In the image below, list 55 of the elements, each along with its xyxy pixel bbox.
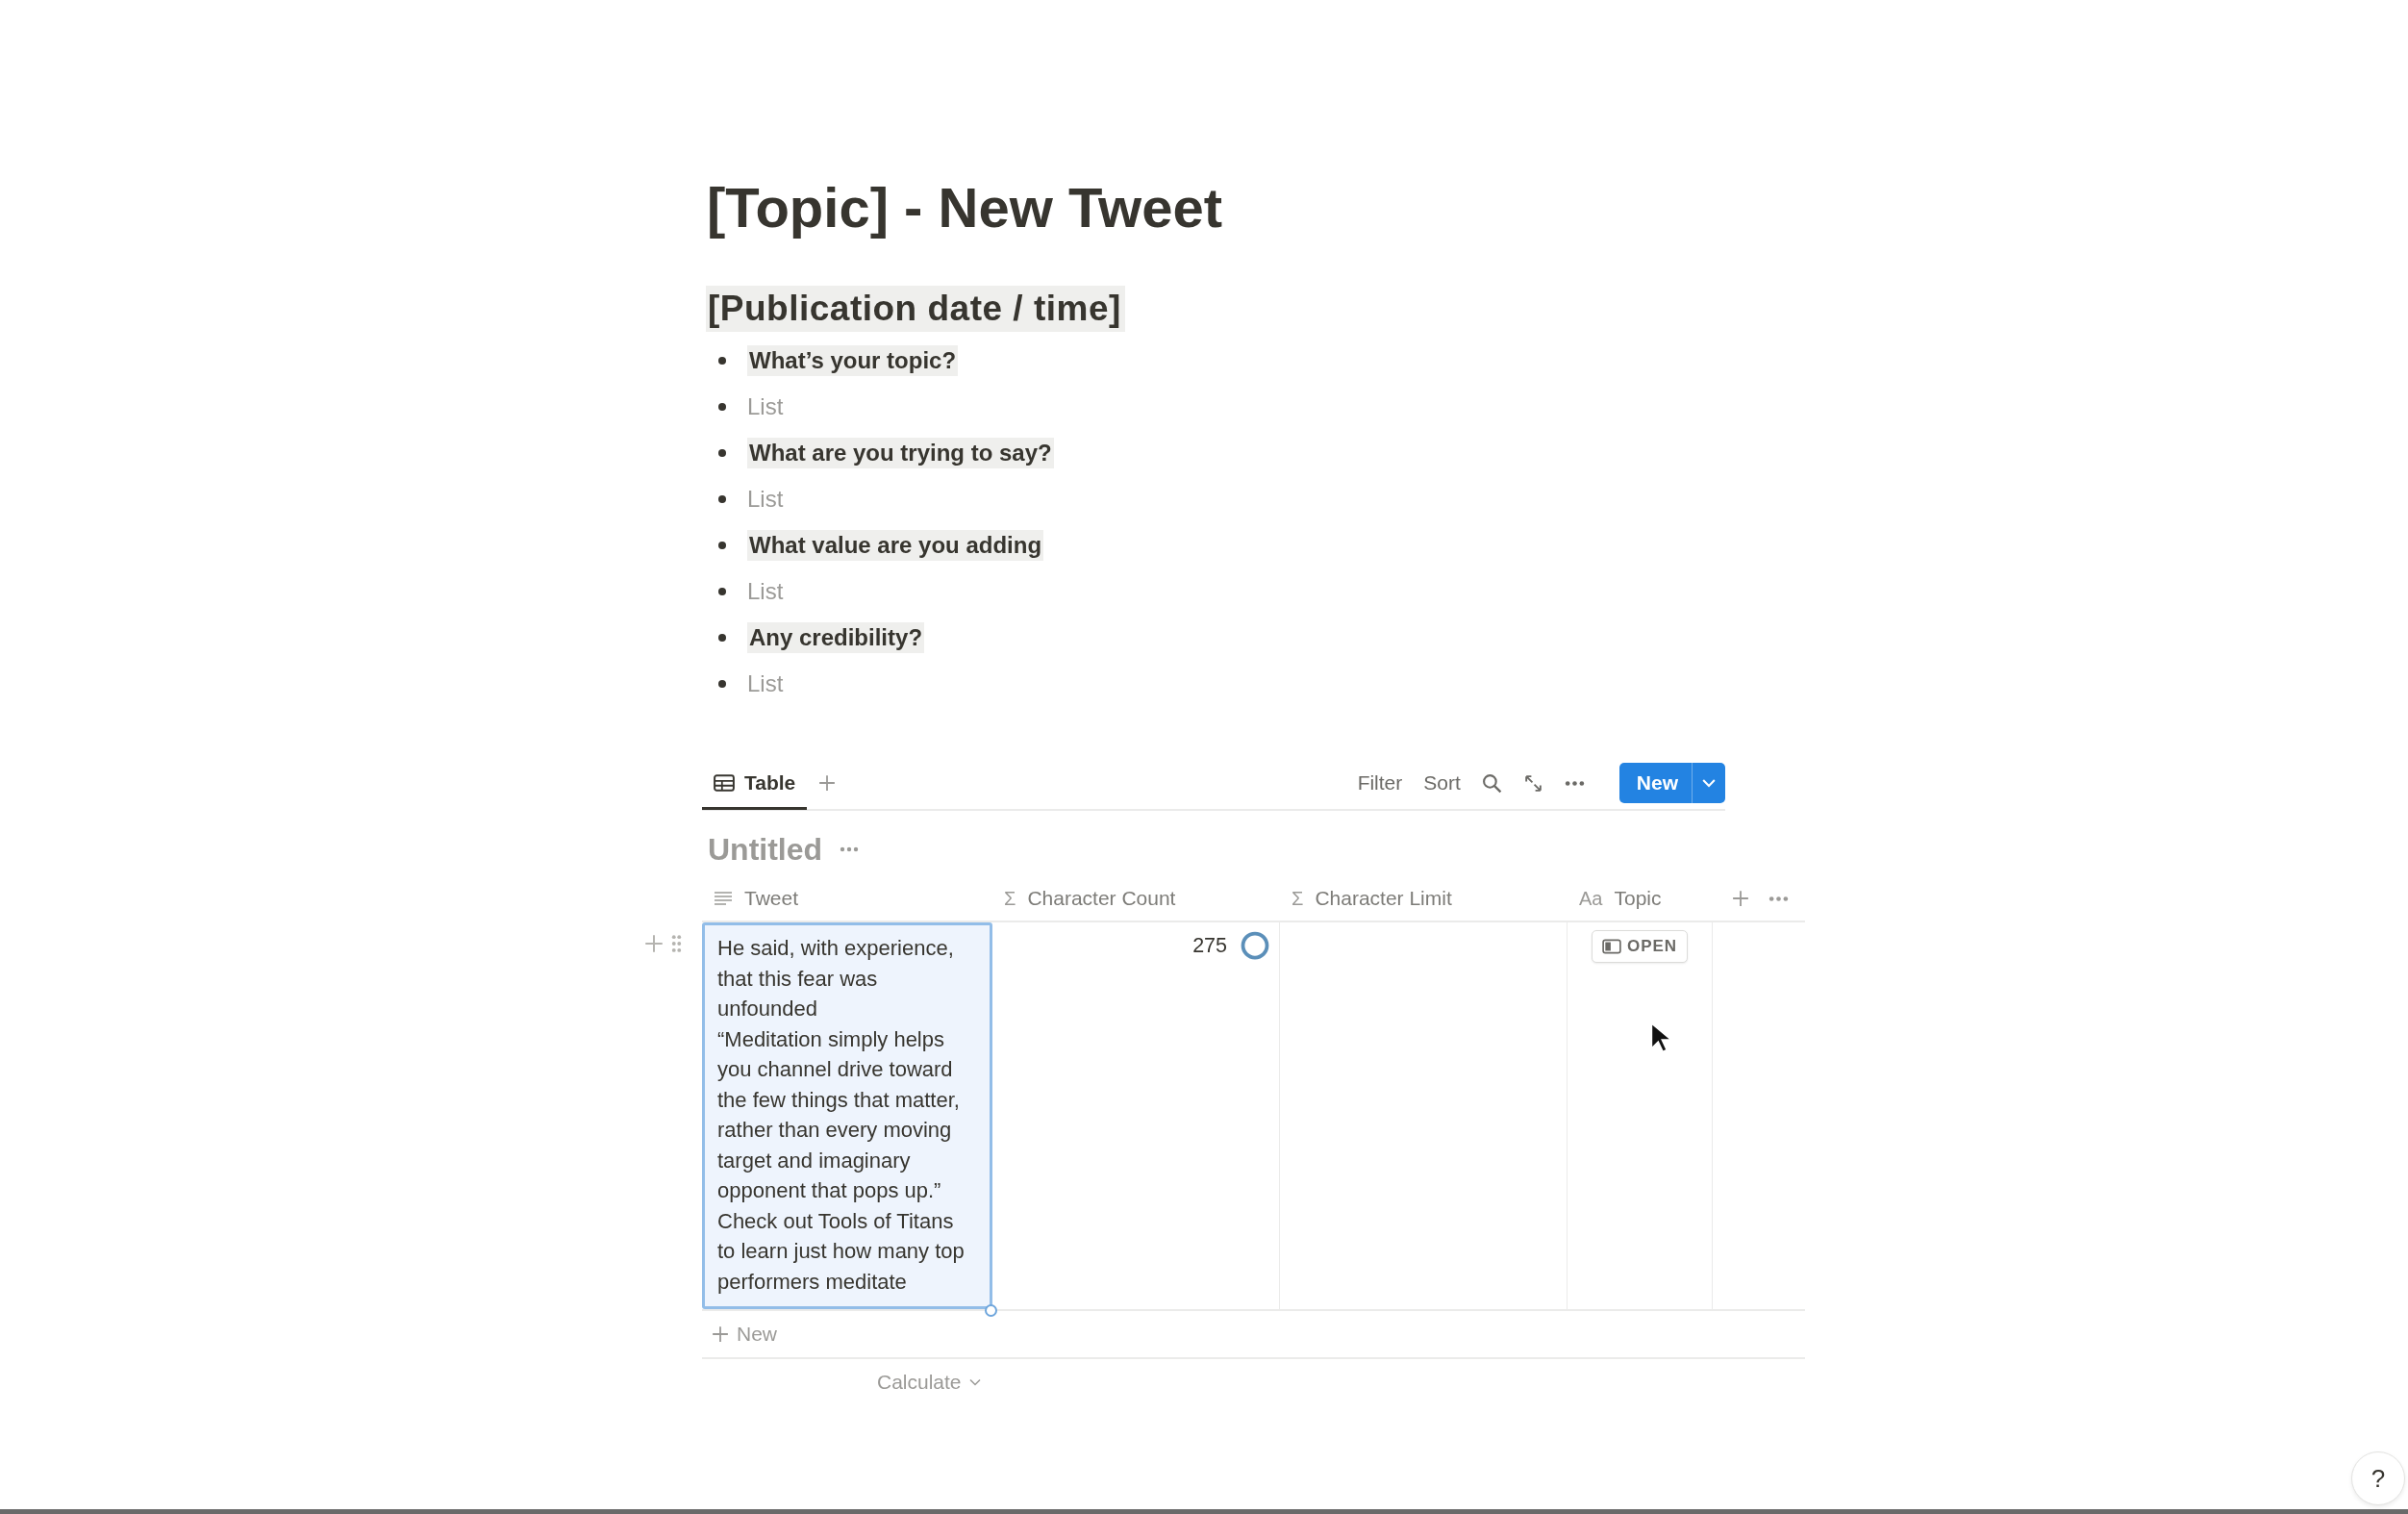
- progress-ring-icon: [1241, 931, 1269, 960]
- view-tab[interactable]: Table: [702, 758, 808, 810]
- list-placeholder[interactable]: List: [747, 486, 784, 513]
- calculate-button[interactable]: Calculate: [871, 1370, 987, 1395]
- column-label: Tweet: [744, 887, 799, 910]
- property-icon: Σ: [1004, 887, 1016, 910]
- question-text: What value are you adding: [747, 530, 1044, 561]
- caret-icon: [968, 1378, 981, 1386]
- search-icon[interactable]: [1481, 772, 1502, 794]
- bullet-icon: [718, 680, 726, 688]
- column-header[interactable]: Tweet: [702, 876, 992, 921]
- property-icon: Aa: [1579, 887, 1603, 910]
- text-lines-icon: [714, 891, 733, 906]
- column-header[interactable]: Σ Character Limit: [1280, 876, 1568, 921]
- open-button[interactable]: OPEN: [1591, 930, 1689, 963]
- bullet-icon: [718, 495, 726, 503]
- column-header[interactable]: Σ Character Count: [992, 876, 1280, 921]
- tweet-cell[interactable]: He said, with experience, that this fear was unfounded “Meditation simply helps you channel drive toward the few things that matter, rather than every moving target and imaginary opponent that pops up.” Check out Tools of Titans to learn just how many top performers meditate: [702, 922, 992, 1309]
- bullet-icon: [718, 357, 726, 365]
- list-placeholder[interactable]: List: [747, 393, 784, 420]
- bullet-icon: [718, 449, 726, 457]
- add-column-icon[interactable]: [1732, 890, 1749, 907]
- more-icon[interactable]: [840, 845, 860, 853]
- table-icon: [714, 773, 735, 792]
- count-value: 275: [1192, 934, 1227, 958]
- add-row-icon[interactable]: [644, 934, 664, 953]
- property-icon: Σ: [1292, 887, 1304, 910]
- column-label: Character Count: [1027, 887, 1176, 910]
- column-header[interactable]: Aa Topic: [1568, 876, 1713, 921]
- column-label: Character Limit: [1315, 887, 1452, 910]
- help-button[interactable]: ?: [2351, 1451, 2405, 1505]
- question-text: Any credibility?: [747, 622, 925, 653]
- side-panel-icon: [1601, 939, 1621, 954]
- page-title: [Topic] - New Tweet: [707, 175, 1223, 240]
- mouse-pointer-icon: [1650, 1022, 1671, 1054]
- toolbar-button[interactable]: Filter: [1357, 771, 1403, 795]
- new-row-button[interactable]: New: [702, 1323, 777, 1346]
- bullet-icon: [718, 403, 726, 411]
- caret-icon: [1702, 778, 1716, 788]
- plus-icon: [712, 1325, 729, 1343]
- resize-handle[interactable]: [985, 1304, 997, 1317]
- question-text: What’s your topic?: [747, 345, 959, 376]
- bullet-icon: [718, 542, 726, 549]
- bullet-icon: [718, 588, 726, 595]
- add-view-icon[interactable]: [818, 774, 837, 792]
- toolbar-button[interactable]: Sort: [1423, 771, 1461, 795]
- database-title: Untitled: [708, 831, 823, 868]
- list-placeholder[interactable]: List: [747, 578, 784, 605]
- question-text: What are you trying to say?: [747, 438, 1054, 468]
- list-placeholder[interactable]: List: [747, 670, 784, 697]
- drag-handle-icon[interactable]: [671, 934, 682, 953]
- expand-icon[interactable]: [1522, 772, 1543, 794]
- section-heading: [Publication date / time]: [706, 286, 1125, 332]
- bullet-icon: [718, 634, 726, 642]
- column-label: Topic: [1614, 887, 1662, 910]
